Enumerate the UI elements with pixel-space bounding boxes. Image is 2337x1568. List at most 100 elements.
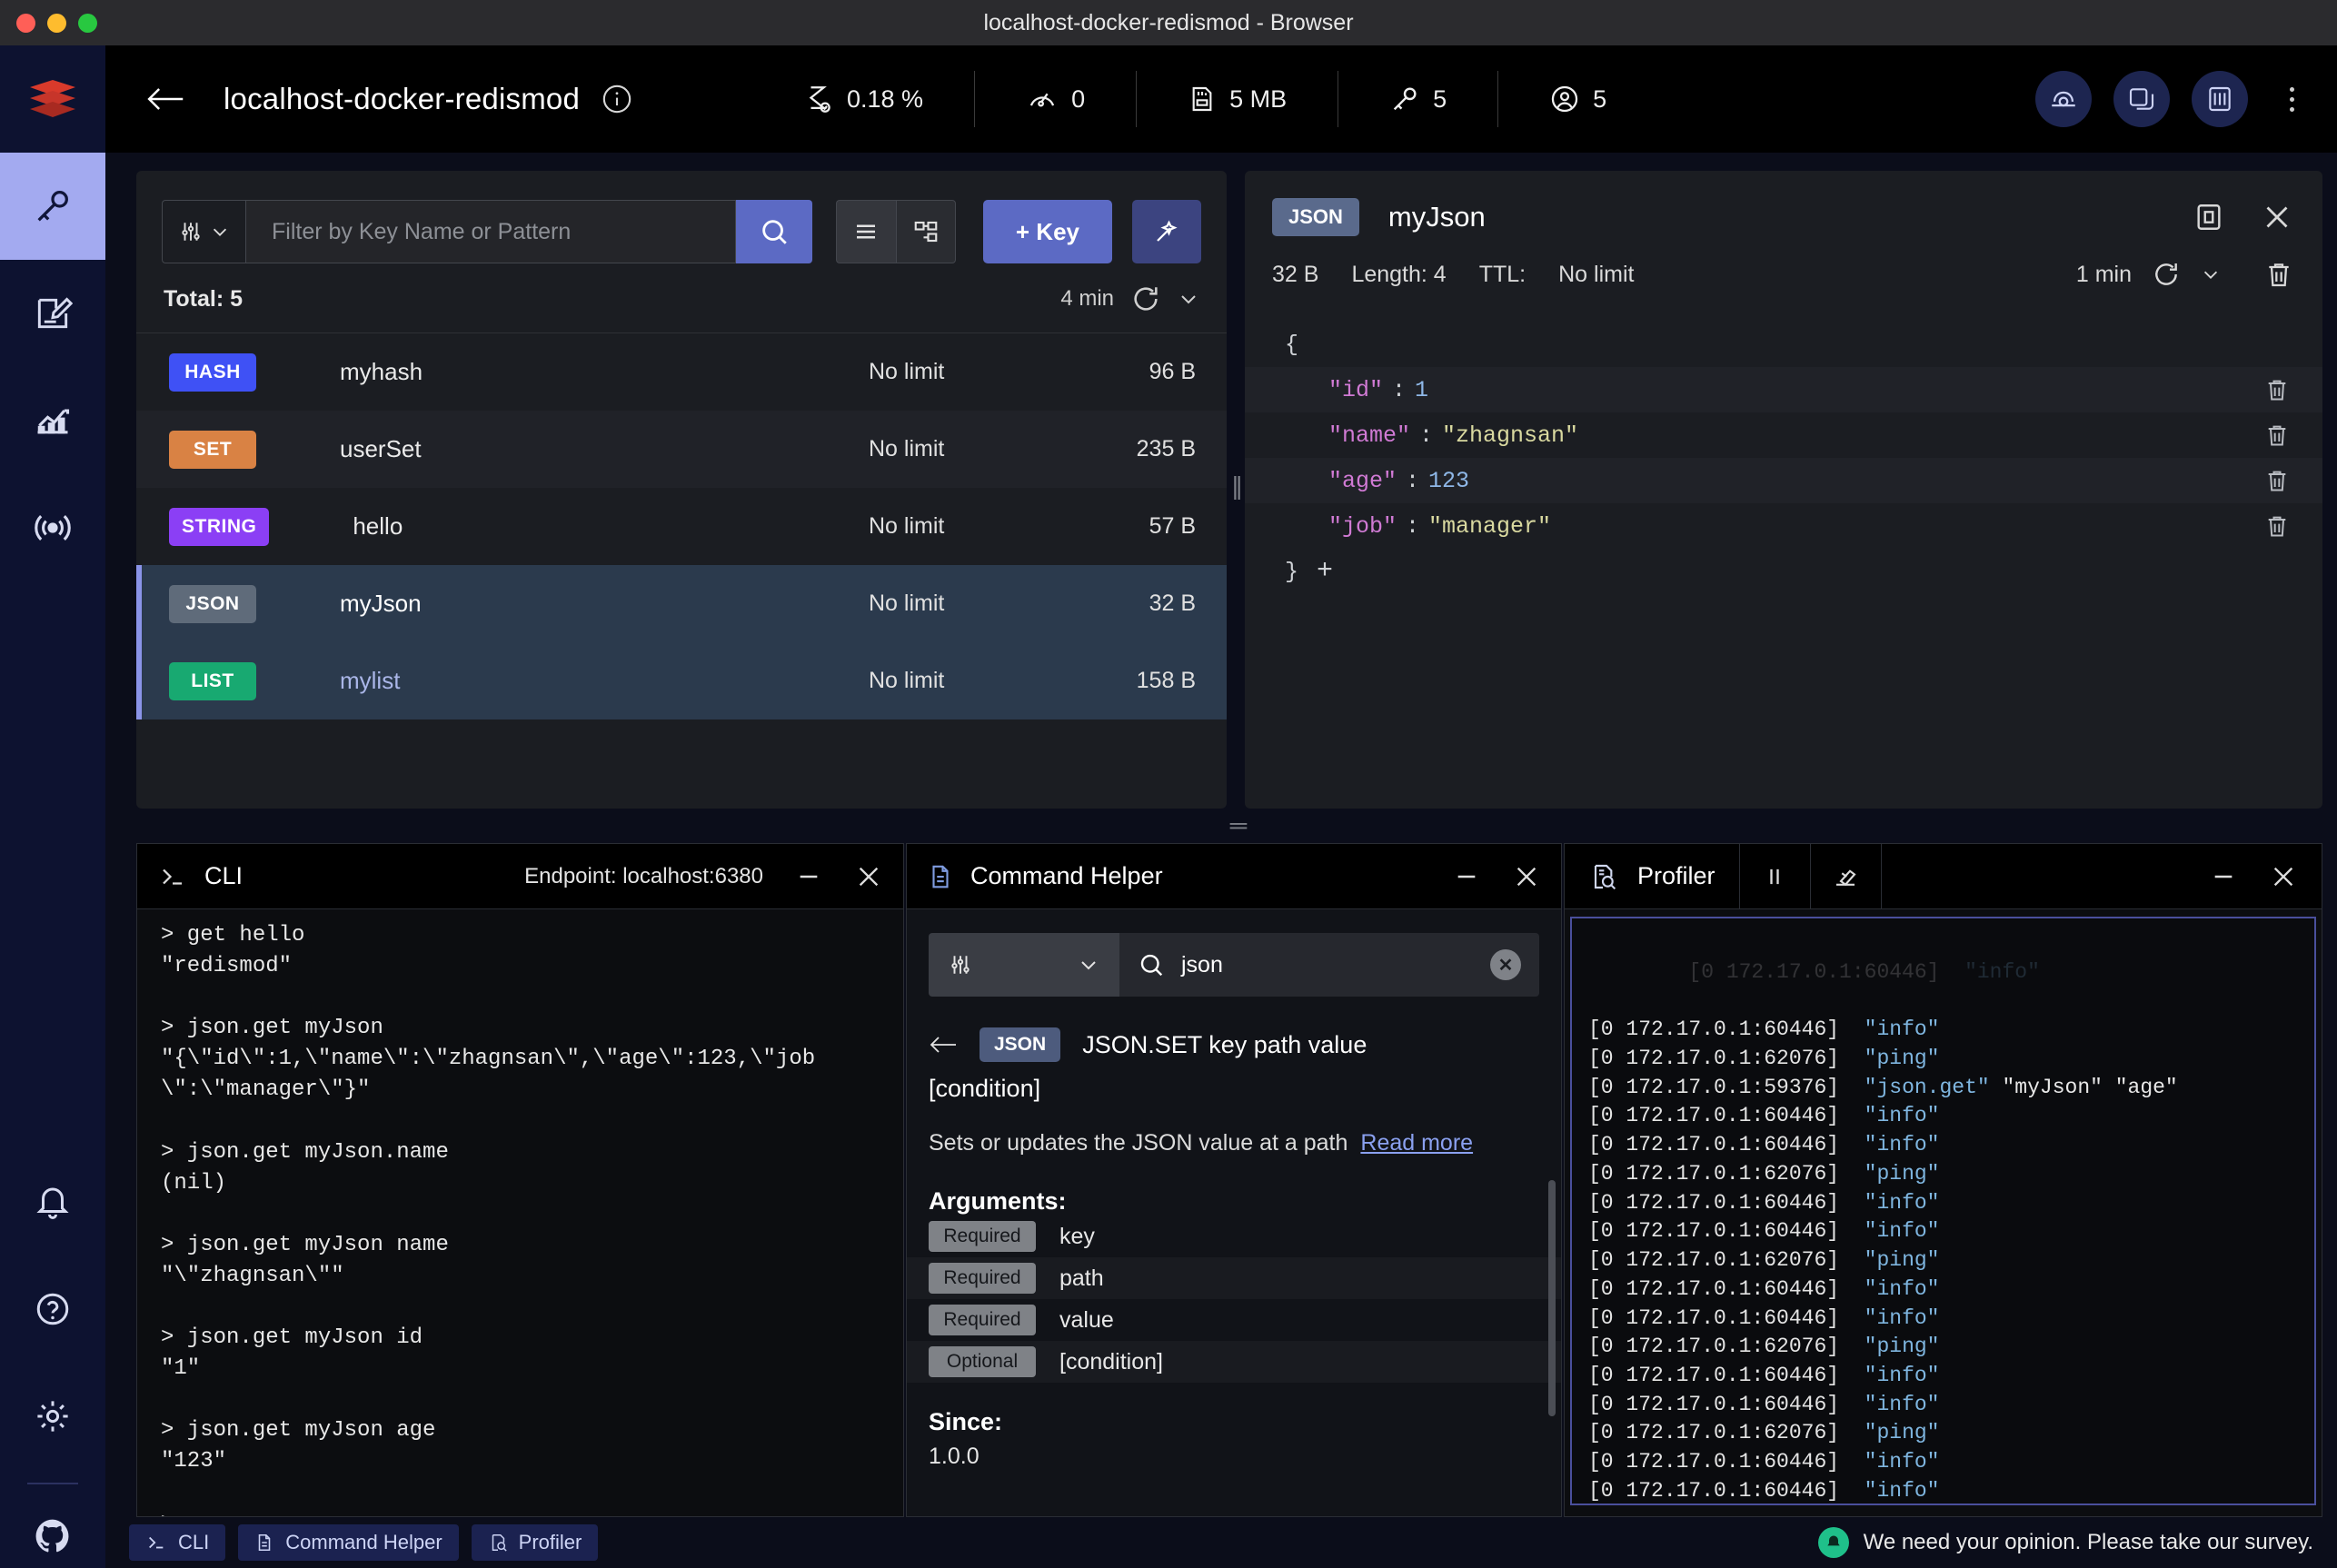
table-row[interactable]: STRING hello No limit 57 B: [136, 488, 1227, 565]
table-row[interactable]: LIST mylist No limit 158 B: [136, 642, 1227, 719]
clear-search-icon[interactable]: ✕: [1490, 949, 1521, 980]
sidebar-item-workbench[interactable]: [0, 260, 105, 367]
key-size: 57 B: [1149, 513, 1196, 539]
back-icon[interactable]: [929, 1033, 958, 1057]
list-view-button[interactable]: [835, 200, 896, 263]
profiler-pause-button[interactable]: [1740, 843, 1811, 909]
survey-banner[interactable]: We need your opinion. Please take our su…: [1817, 1527, 2313, 1558]
insights-button[interactable]: [2035, 71, 2092, 127]
tab-cli[interactable]: CLI: [129, 1524, 226, 1561]
add-key-button[interactable]: + Key: [982, 200, 1112, 263]
key-ttl: No limit: [869, 668, 945, 693]
key-ttl: No limit: [869, 436, 945, 461]
profiler-log-address: [0 172.17.0.1:59376]: [1588, 1075, 1840, 1099]
profiler-log-line: [0 172.17.0.1:60446] "info": [1588, 1189, 2314, 1218]
close-icon[interactable]: [2269, 862, 2298, 891]
command-helper-scrollbar[interactable]: [1548, 1180, 1556, 1416]
terminal-icon: [157, 863, 188, 890]
command-group-filter[interactable]: [929, 933, 1119, 997]
sidebar-item-browser[interactable]: [0, 153, 105, 260]
close-icon[interactable]: [2261, 201, 2293, 233]
refresh-icon[interactable]: [1130, 283, 1161, 314]
tab-command-helper[interactable]: Command Helper: [238, 1524, 459, 1561]
delete-key-icon[interactable]: [2264, 260, 2293, 289]
profiler-log-line: [0 172.17.0.1:60446] "info": [1588, 1362, 2314, 1391]
delete-field-icon[interactable]: [2264, 513, 2290, 539]
database-button[interactable]: [2192, 71, 2248, 127]
sidebar-item-analysis-tools[interactable]: [0, 367, 105, 474]
close-icon[interactable]: [1512, 862, 1541, 891]
back-button[interactable]: [145, 84, 185, 114]
bulk-actions-button[interactable]: [1132, 200, 1201, 263]
profiler-clear-button[interactable]: [1811, 843, 1882, 909]
key-type-badge: SET: [169, 430, 256, 469]
tab-profiler[interactable]: Profiler: [471, 1524, 599, 1561]
metric-clients-value: 5: [1593, 84, 1607, 113]
json-field-value[interactable]: 123: [1428, 468, 1469, 494]
search-keys-button[interactable]: [735, 200, 812, 263]
json-field-row[interactable]: "age" : 123: [1245, 458, 2322, 503]
profiler-log-line: [0 172.17.0.1:62076] "ping": [1588, 1333, 2314, 1362]
table-row[interactable]: HASH myhash No limit 96 B: [136, 333, 1227, 411]
metric-commands-per-sec[interactable]: 0: [975, 71, 1138, 127]
cli-output[interactable]: > get hello "redismod" > json.get myJson…: [137, 909, 903, 1516]
sidebar-item-notifications[interactable]: [0, 1148, 105, 1255]
delete-field-icon[interactable]: [2264, 377, 2290, 402]
json-field-row[interactable]: "id" : 1: [1245, 367, 2322, 412]
json-open-brace-line: {: [1245, 322, 2322, 367]
profiler-output[interactable]: [0 172.17.0.1:60446] "info" [0 172.17.0.…: [1570, 917, 2316, 1505]
close-icon[interactable]: [854, 862, 883, 891]
tree-view-button[interactable]: [895, 200, 956, 263]
sidebar-item-settings[interactable]: [0, 1363, 105, 1470]
metric-memory[interactable]: 5 MB: [1137, 71, 1339, 127]
horizontal-resize-handle[interactable]: ═: [1218, 811, 1259, 839]
sidebar-item-pubsub[interactable]: [0, 474, 105, 581]
argument-name: [condition]: [1059, 1348, 1163, 1374]
table-row[interactable]: JSON myJson No limit 32 B: [136, 565, 1227, 642]
json-field-row[interactable]: "name" : "zhagnsan": [1245, 412, 2322, 458]
sidebar-item-github[interactable]: [0, 1504, 105, 1568]
key-type-filter-button[interactable]: [162, 200, 245, 263]
key-type-badge: STRING: [169, 507, 270, 546]
key-name: userSet: [340, 435, 422, 462]
profiler-log-address: [0 172.17.0.1:62076]: [1588, 1046, 1840, 1070]
json-colon: :: [1419, 422, 1434, 449]
sidebar-item-help[interactable]: [0, 1255, 105, 1363]
metric-connected-clients[interactable]: 5: [1498, 71, 1657, 127]
profiler-log-command: "ping": [1864, 1161, 1940, 1186]
copilot-button[interactable]: [2113, 71, 2170, 127]
command-search-field[interactable]: json ✕: [1119, 933, 1539, 997]
delete-field-icon[interactable]: [2264, 468, 2290, 493]
vertical-resize-handle[interactable]: ||: [1228, 465, 1243, 507]
json-field-value[interactable]: 1: [1415, 377, 1428, 403]
json-field-row[interactable]: "job" : "manager": [1245, 503, 2322, 549]
json-open-brace: {: [1285, 331, 1299, 358]
info-icon[interactable]: [602, 84, 632, 114]
delete-field-icon[interactable]: [2264, 422, 2290, 448]
add-field-button[interactable]: +: [1317, 556, 1333, 587]
json-field-value[interactable]: "manager": [1428, 513, 1551, 540]
profiler-log-address: [0 172.17.0.1:60446]: [1588, 1104, 1840, 1128]
minimize-icon[interactable]: [2209, 862, 2238, 891]
chevron-down-icon[interactable]: [2201, 264, 2221, 284]
profiler-controls: [2209, 862, 2322, 891]
keys-refresh-control[interactable]: 4 min: [1060, 283, 1199, 314]
key-ttl-value[interactable]: No limit: [1558, 262, 1634, 288]
chevron-down-icon[interactable]: [1178, 288, 1199, 310]
key-ttl: No limit: [869, 513, 945, 539]
fullscreen-icon[interactable]: [2193, 202, 2224, 233]
json-field-value[interactable]: "zhagnsan": [1442, 422, 1578, 449]
metric-cpu[interactable]: 0.18 %: [752, 71, 976, 127]
metric-keys[interactable]: 5: [1338, 71, 1499, 127]
minimize-icon[interactable]: [1452, 862, 1481, 891]
keys-panel: Filter by Key Name or Pattern + Key Tota…: [136, 171, 1227, 809]
refresh-icon[interactable]: [2152, 260, 2181, 289]
more-options-button[interactable]: [2275, 86, 2308, 112]
json-close-brace-line: } +: [1245, 549, 2322, 594]
table-row[interactable]: SET userSet No limit 235 B: [136, 411, 1227, 488]
list-icon: [852, 218, 880, 245]
profiler-icon: [1588, 861, 1617, 892]
read-more-link[interactable]: Read more: [1360, 1130, 1473, 1156]
key-filter-input[interactable]: Filter by Key Name or Pattern: [245, 200, 736, 263]
minimize-icon[interactable]: [794, 862, 823, 891]
